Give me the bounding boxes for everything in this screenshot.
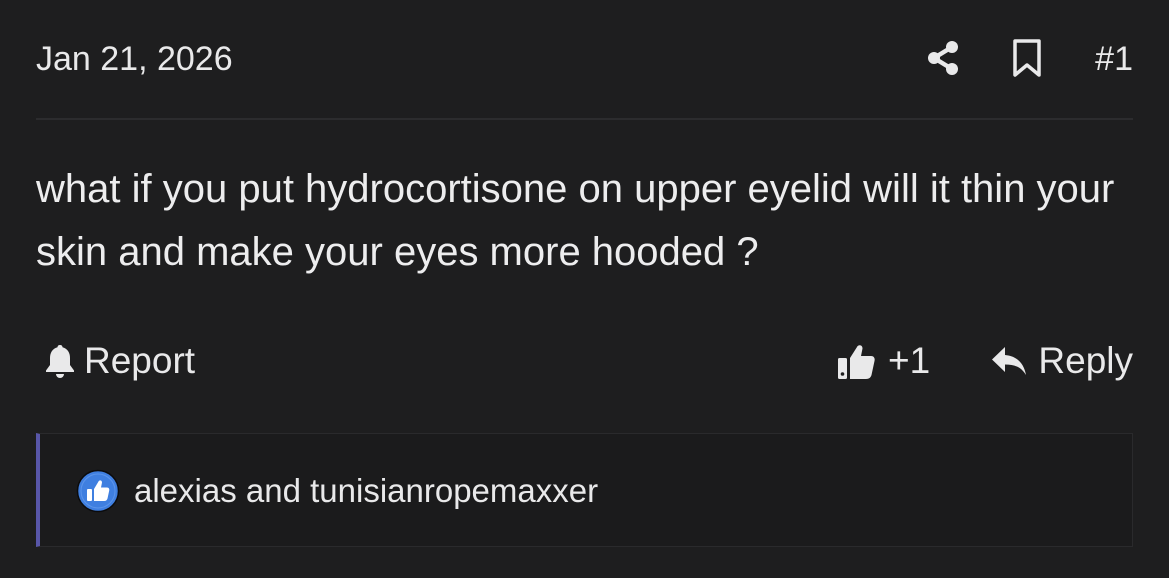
share-button[interactable] xyxy=(923,38,963,78)
post-date[interactable]: Jan 21, 2026 xyxy=(36,39,233,79)
reply-arrow-icon xyxy=(992,347,1027,375)
bookmark-icon xyxy=(1013,39,1041,77)
post-footer: Report +1 Reply xyxy=(36,335,1133,387)
reply-button[interactable]: Reply xyxy=(990,337,1133,385)
share-icon xyxy=(928,41,958,75)
bell-icon xyxy=(46,345,74,378)
like-badge-icon xyxy=(76,469,120,513)
reaction-users[interactable]: alexias and tunisianropemaxxer xyxy=(134,471,598,511)
report-button[interactable]: Report xyxy=(44,337,195,385)
post-body: what if you put hydrocortisone on upper … xyxy=(36,167,1115,274)
post-header: Jan 21, 2026 #1 xyxy=(36,30,1133,86)
thumbs-up-icon xyxy=(838,345,875,379)
like-button[interactable]: +1 xyxy=(836,337,930,385)
report-label: Report xyxy=(84,340,196,381)
post-number-link[interactable]: #1 xyxy=(1095,39,1133,79)
reply-label: Reply xyxy=(1038,340,1133,381)
reactions-bar[interactable]: alexias and tunisianropemaxxer xyxy=(36,433,1133,547)
header-divider xyxy=(36,118,1133,120)
post: Jan 21, 2026 #1 what if you put hydrocor… xyxy=(36,0,1133,578)
like-count: +1 xyxy=(888,340,931,381)
bookmark-button[interactable] xyxy=(1010,38,1044,78)
